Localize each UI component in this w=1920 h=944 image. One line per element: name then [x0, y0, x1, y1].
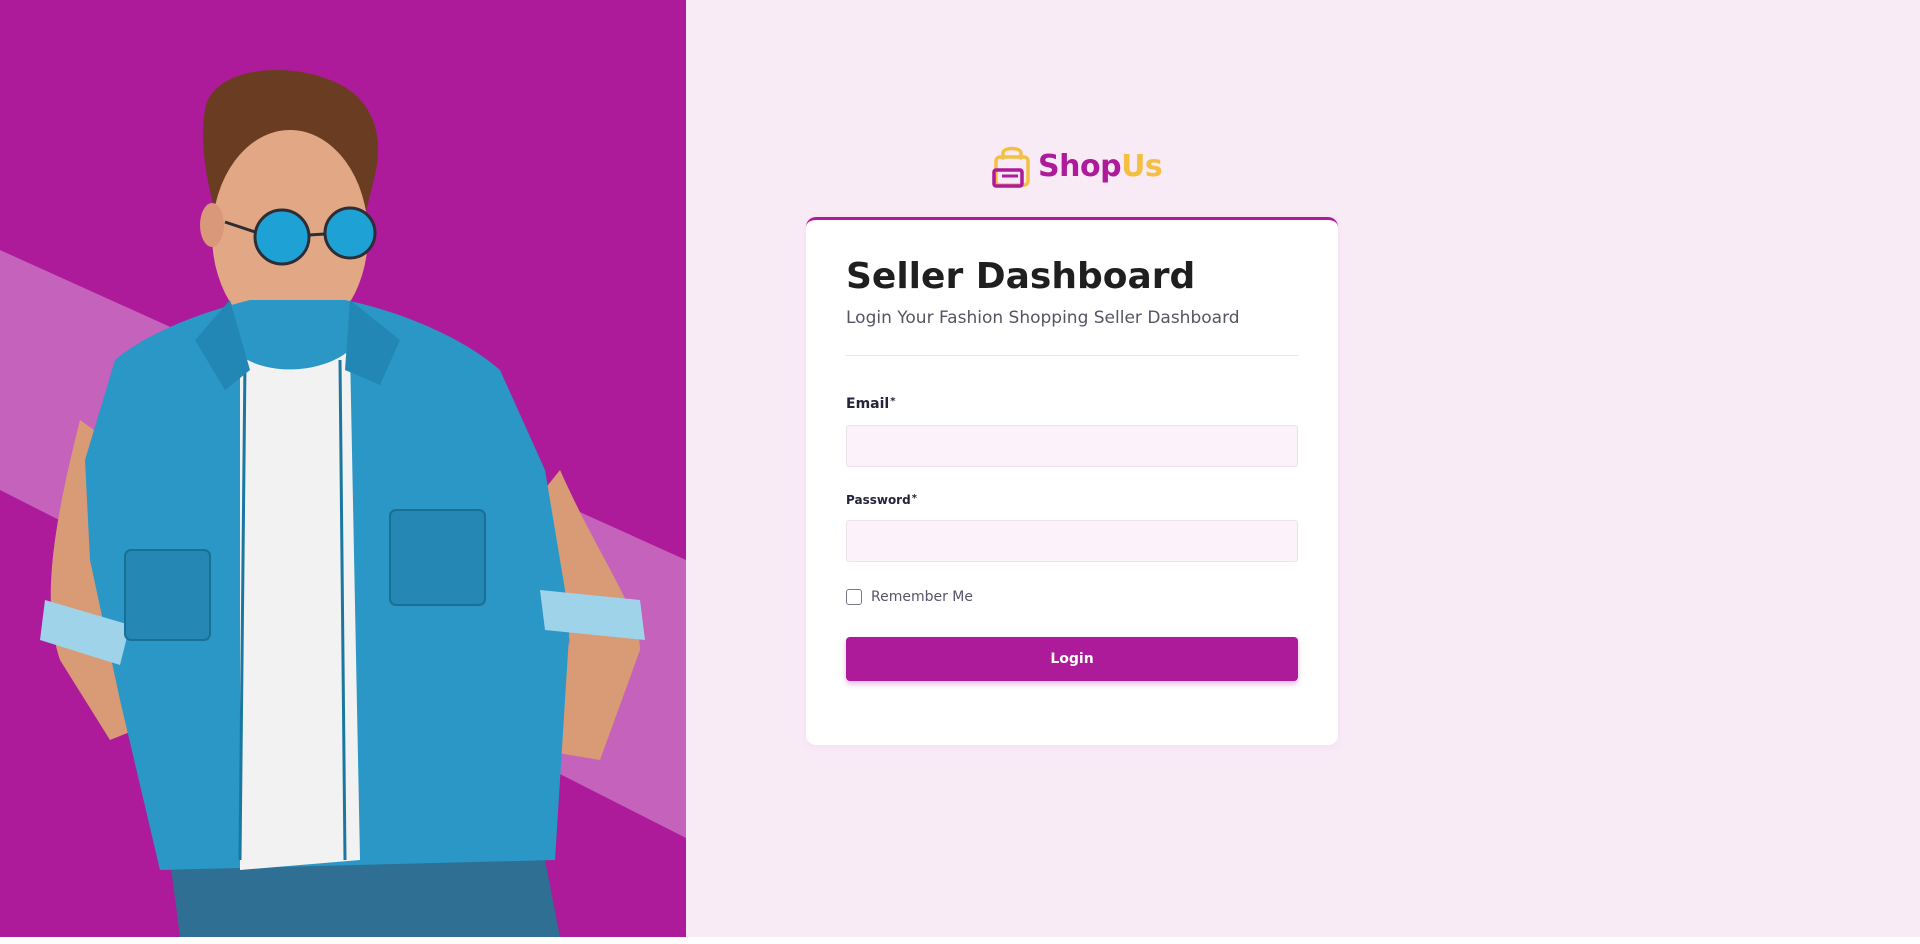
divider	[846, 355, 1298, 356]
remember-me-label[interactable]: Remember Me	[871, 589, 973, 605]
shopus-logo[interactable]: ShopUs	[992, 144, 1163, 188]
remember-me-checkbox[interactable]	[846, 589, 862, 605]
password-field[interactable]	[846, 520, 1298, 562]
login-page: ShopUs Seller Dashboard Login Your Fashi…	[0, 0, 1920, 944]
required-marker: *	[911, 493, 917, 504]
login-button[interactable]: Login	[846, 637, 1298, 681]
hero-panel	[0, 0, 686, 937]
shopping-bag-icon	[992, 146, 1030, 188]
logo-text: ShopUs	[1038, 148, 1163, 184]
required-marker: *	[890, 396, 896, 407]
remember-me-row[interactable]: Remember Me	[846, 589, 973, 605]
email-label-text: Email	[846, 396, 890, 412]
bottom-strip	[0, 937, 1920, 944]
hero-illustration	[0, 70, 686, 937]
page-subtitle: Login Your Fashion Shopping Seller Dashb…	[846, 308, 1240, 328]
page-title: Seller Dashboard	[846, 256, 1196, 297]
email-field[interactable]	[846, 425, 1298, 467]
logo-text-us: Us	[1121, 148, 1163, 184]
model-photo	[40, 70, 645, 937]
password-label-text: Password	[846, 493, 911, 507]
password-label: Password*	[846, 493, 917, 507]
logo-text-shop: Shop	[1038, 148, 1122, 184]
login-card: Seller Dashboard Login Your Fashion Shop…	[806, 217, 1338, 745]
email-label: Email*	[846, 396, 895, 412]
